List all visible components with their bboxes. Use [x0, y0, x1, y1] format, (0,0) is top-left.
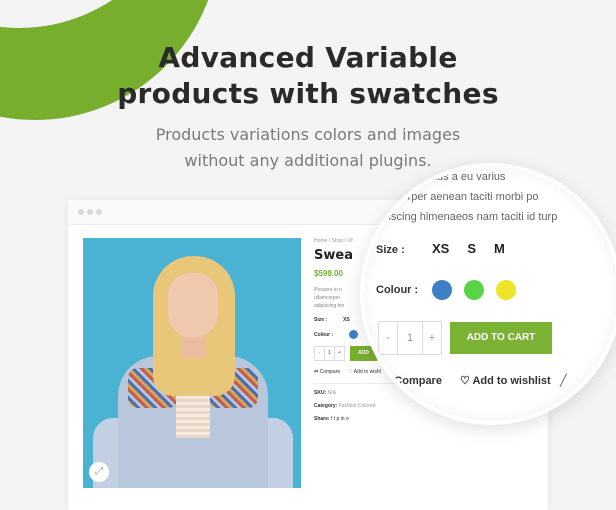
qty-minus-button[interactable]: - [315, 347, 325, 360]
magnified-colour-label: Colour : [376, 284, 419, 296]
category-link[interactable]: Fashion Colored [339, 403, 376, 409]
compare-label: Compare [319, 369, 341, 375]
magnified-size-label: Size : [376, 244, 405, 256]
colour-label: Colour : [314, 331, 334, 338]
window-dot-icon [87, 209, 93, 215]
magnifier-lens: tus a eu varius corper aenean taciti mor… [360, 163, 616, 425]
heart-icon: ♡ [459, 375, 473, 387]
facebook-icon[interactable]: f [331, 416, 332, 422]
size-label: Size : [314, 317, 328, 323]
size-option-xs[interactable]: XS [432, 241, 449, 256]
colour-swatches [432, 280, 516, 300]
wishlist-label: Add to wishlist [472, 375, 551, 387]
magnified-add-to-cart-button[interactable]: ADD TO CART [450, 322, 552, 354]
wishlist-link[interactable]: ♡ Add to wishl [348, 369, 381, 375]
wishlist-label: Add to wishl [353, 369, 381, 375]
qty-input[interactable]: 1 [398, 322, 423, 354]
size-option-s[interactable]: S [467, 241, 476, 256]
sku-label: SKU: [314, 390, 327, 396]
magnified-desc-line: corper aenean taciti morbi po [396, 191, 539, 203]
magnified-desc-line: tus a eu varius [434, 171, 506, 183]
hero-title-line1: Advanced Variable [158, 41, 458, 74]
magnified-desc-line: ipiscing himenaeos nam taciti id turp [380, 211, 558, 223]
qty-plus-button[interactable]: + [423, 322, 441, 354]
window-dot-icon [78, 209, 84, 215]
quantity-stepper[interactable]: - 1 + [314, 346, 345, 361]
colour-swatch-yellow[interactable] [496, 280, 516, 300]
telegram-icon[interactable]: o [346, 416, 349, 422]
colour-swatch-green[interactable] [464, 280, 484, 300]
expand-icon[interactable]: ⤢ [89, 462, 109, 482]
product-image[interactable]: ⤢ [83, 238, 301, 488]
colour-swatch-blue[interactable] [349, 330, 359, 339]
sku-value: N/A [327, 390, 336, 396]
magnified-actions: ⇄ Compare ♡ Add to wishlist [382, 374, 551, 387]
window-dot-icon [96, 209, 102, 215]
twitter-icon[interactable]: t [334, 416, 335, 422]
pencil-icon: ╱ [560, 375, 567, 387]
hero-subtitle-line1: Products variations colors and images [155, 125, 461, 144]
pinterest-icon[interactable]: p [337, 416, 340, 422]
qty-input[interactable]: 1 [325, 347, 335, 360]
qty-plus-button[interactable]: + [335, 347, 344, 360]
share-label: Share: [314, 416, 330, 422]
compare-link[interactable]: ⇄ Compare [314, 369, 340, 375]
linkedin-icon[interactable]: in [341, 416, 345, 422]
magnified-quantity-stepper[interactable]: - 1 + [378, 321, 442, 355]
hero-title-line2: products with swatches [117, 77, 499, 110]
compare-icon: ⇄ [382, 375, 395, 387]
category-label: Category: [314, 403, 338, 409]
size-option[interactable]: XS [343, 317, 350, 323]
magnified-wishlist-link[interactable]: ♡ Add to wishlist [460, 374, 551, 387]
hero-title: Advanced Variable products with swatches [0, 40, 616, 112]
magnified-compare-link[interactable]: ⇄ Compare [382, 374, 442, 387]
magnified-description: tus a eu varius corper aenean taciti mor… [372, 167, 616, 227]
colour-swatch-blue[interactable] [432, 280, 452, 300]
compare-label: Compare [394, 375, 442, 387]
magnified-content: tus a eu varius corper aenean taciti mor… [372, 167, 616, 387]
size-swatches: XS S M [432, 241, 505, 256]
size-option-m[interactable]: M [494, 241, 505, 256]
image-face [168, 273, 218, 338]
qty-minus-button[interactable]: - [379, 322, 398, 354]
